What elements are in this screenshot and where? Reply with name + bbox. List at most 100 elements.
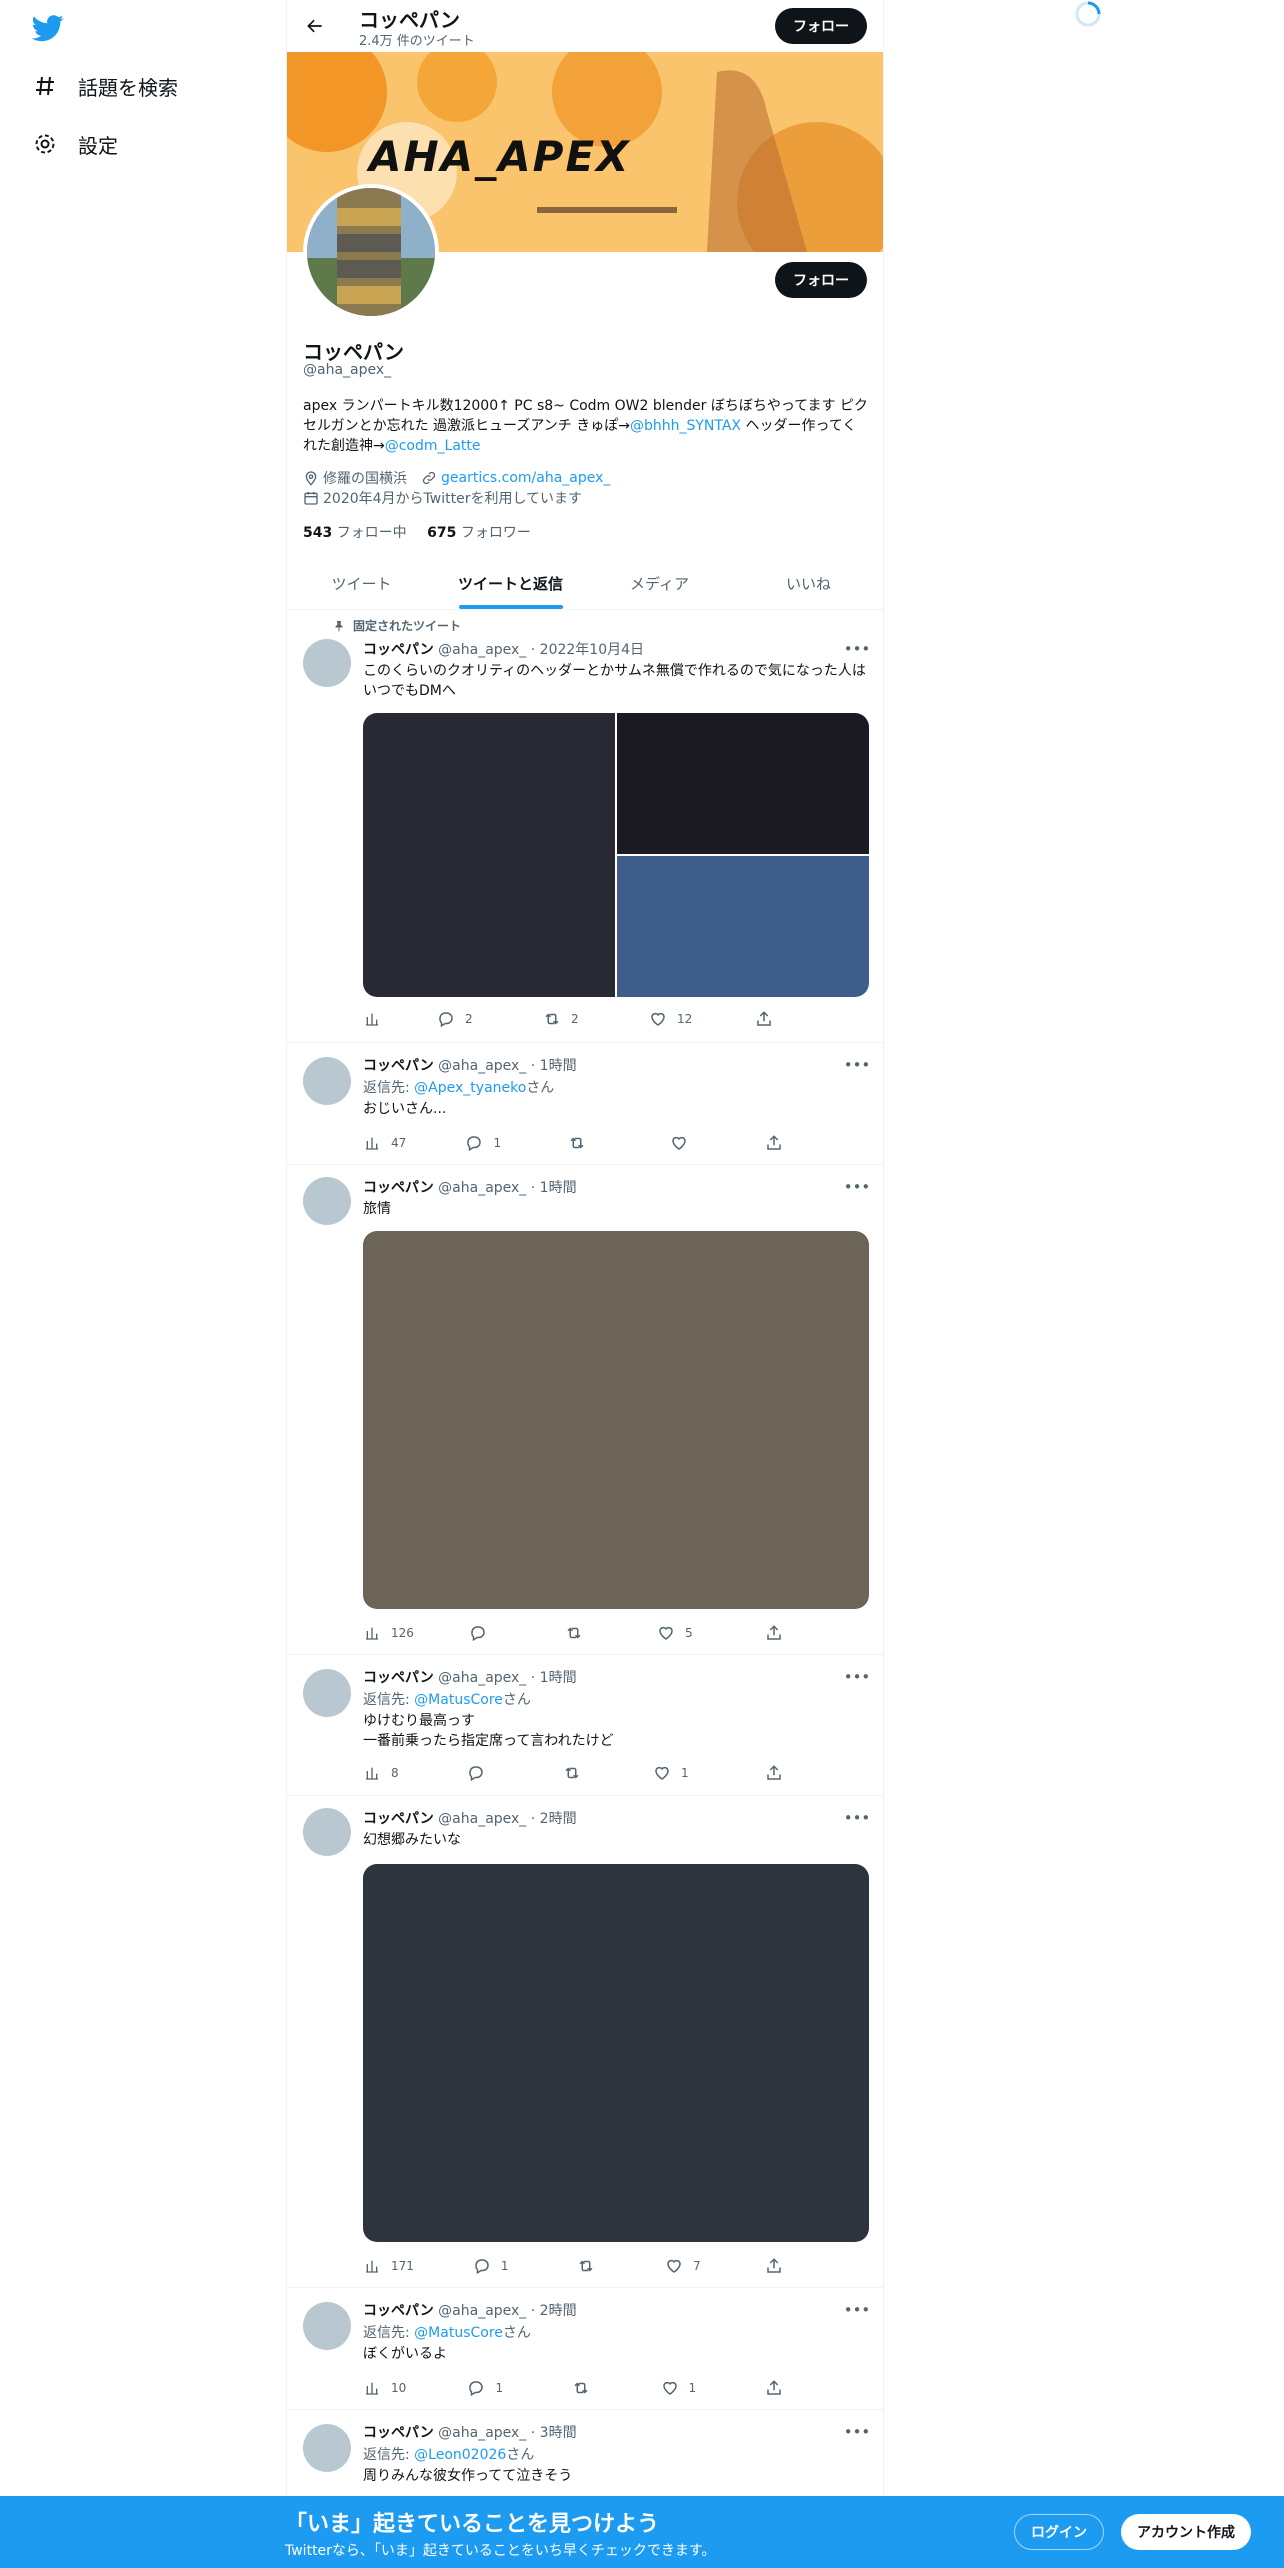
more-icon[interactable]: ••• [844, 2300, 871, 2320]
retweet-button[interactable]: 2 [543, 1009, 649, 1029]
profile-follow-button[interactable]: フォロー [775, 262, 867, 298]
followers-link[interactable]: 675 フォロワー [427, 525, 531, 541]
reply-to-link[interactable]: @MatusCore [414, 2325, 503, 2341]
share-button[interactable] [765, 2256, 793, 2276]
tweet-item[interactable]: コッペパン @aha_apex_ · 2時間 ••• 返信先: @MatusCo… [287, 2288, 883, 2410]
tweet-handle-time[interactable]: @aha_apex_ · 3時間 [438, 2425, 576, 2441]
header-name: コッペパン [359, 8, 460, 32]
tweet-handle-time[interactable]: @aha_apex_ · 1時間 [438, 1058, 576, 1074]
twitter-logo-icon[interactable] [31, 12, 64, 44]
like-button[interactable]: 7 [665, 2256, 765, 2276]
avatar[interactable] [303, 1808, 351, 1856]
views-button[interactable]: 47 [363, 1133, 465, 1153]
tweet-author[interactable]: コッペパン [363, 1058, 434, 1074]
login-button[interactable]: ログイン [1014, 2514, 1104, 2550]
tweet-item[interactable]: 固定されたツイート コッペパン @aha_apex_ · 2022年10月4日 … [287, 611, 883, 1043]
retweet-button[interactable] [565, 1623, 657, 1643]
reply-to-link[interactable]: @MatusCore [414, 1692, 503, 1708]
reply-button[interactable] [469, 1623, 565, 1643]
more-icon[interactable]: ••• [844, 1808, 871, 1828]
views-button[interactable] [363, 1009, 437, 1029]
tweet-item[interactable]: コッペパン @aha_apex_ · 1時間 ••• 返信先: @Apex_ty… [287, 1043, 883, 1165]
more-icon[interactable]: ••• [844, 1667, 871, 1687]
views-button[interactable]: 10 [363, 2378, 467, 2398]
tab-media[interactable]: メディア [585, 558, 734, 609]
tweet-author[interactable]: コッペパン [363, 1670, 434, 1686]
like-button[interactable] [670, 1133, 765, 1153]
back-arrow-icon[interactable] [301, 12, 329, 40]
tweet-text-line: 一番前乗ったら指定席って言われたけど [363, 1733, 614, 1749]
tab-likes[interactable]: いいね [734, 558, 883, 609]
reply-button[interactable] [467, 1763, 563, 1783]
tweet-header: コッペパン @aha_apex_ · 2022年10月4日 [363, 639, 644, 659]
retweet-button[interactable] [563, 1763, 653, 1783]
tweet-item[interactable]: コッペパン @aha_apex_ · 1時間 ••• 返信先: @MatusCo… [287, 1655, 883, 1796]
tweet-image[interactable] [363, 1231, 869, 1609]
bio-mention-link[interactable]: @bhhh_SYNTAX [630, 418, 741, 434]
views-button[interactable]: 126 [363, 1623, 469, 1643]
profile-joined-row: 2020年4月からTwitterを利用しています [303, 488, 582, 508]
more-icon[interactable]: ••• [844, 2422, 871, 2442]
share-button[interactable] [765, 1623, 793, 1643]
tweet-image[interactable] [363, 713, 615, 997]
create-account-button[interactable]: アカウント作成 [1121, 2514, 1251, 2550]
tweet-image[interactable] [617, 713, 869, 854]
tweet-handle-time[interactable]: @aha_apex_ · 2時間 [438, 2303, 576, 2319]
share-button[interactable] [765, 1133, 793, 1153]
avatar[interactable] [303, 639, 351, 687]
profile-website-link[interactable]: geartics.com/aha_apex_ [441, 470, 610, 486]
more-icon[interactable]: ••• [844, 1055, 871, 1075]
retweet-button[interactable] [577, 2256, 665, 2276]
avatar[interactable] [303, 1057, 351, 1105]
view-count: 171 [391, 2259, 414, 2273]
reply-button[interactable]: 1 [467, 2378, 571, 2398]
reply-prefix: 返信先: [363, 2325, 415, 2341]
like-button[interactable]: 1 [661, 2378, 765, 2398]
tweet-handle-time[interactable]: @aha_apex_ · 1時間 [438, 1670, 576, 1686]
tab-tweets[interactable]: ツイート [287, 558, 436, 609]
share-button[interactable] [765, 2378, 793, 2398]
tweet-handle-time[interactable]: @aha_apex_ · 1時間 [438, 1180, 576, 1196]
header-follow-button[interactable]: フォロー [775, 8, 867, 44]
tweet-image[interactable] [617, 856, 869, 997]
like-button[interactable]: 12 [649, 1009, 755, 1029]
share-button[interactable] [765, 1763, 793, 1783]
more-icon[interactable]: ••• [844, 639, 871, 659]
reply-suffix: さん [506, 2447, 535, 2463]
bio-mention-link[interactable]: @codm_Latte [385, 438, 481, 454]
tweet-item[interactable]: コッペパン @aha_apex_ · 2時間 ••• 幻想郷みたいな 171 1… [287, 1796, 883, 2288]
reply-button[interactable]: 1 [465, 1133, 567, 1153]
profile-avatar[interactable] [303, 184, 439, 320]
avatar[interactable] [303, 2424, 351, 2472]
reply-button[interactable]: 1 [473, 2256, 577, 2276]
tweet-author[interactable]: コッペパン [363, 2303, 434, 2319]
more-icon[interactable]: ••• [844, 1177, 871, 1197]
tweet-image[interactable] [363, 1864, 869, 2242]
avatar[interactable] [303, 2302, 351, 2350]
reply-to-link[interactable]: @Leon02026 [414, 2447, 506, 2463]
tweet-handle-time[interactable]: @aha_apex_ · 2時間 [438, 1811, 576, 1827]
following-link[interactable]: 543 フォロー中 [303, 525, 407, 541]
tweet-author[interactable]: コッペパン [363, 2425, 434, 2441]
retweet-button[interactable] [572, 2378, 661, 2398]
views-button[interactable]: 8 [363, 1763, 467, 1783]
like-button[interactable]: 1 [653, 1763, 765, 1783]
tweet-author[interactable]: コッペパン [363, 642, 434, 658]
reply-to-link[interactable]: @Apex_tyaneko [414, 1080, 526, 1096]
nav-explore[interactable]: 話題を検索 [32, 64, 178, 108]
retweet-button[interactable] [568, 1133, 670, 1153]
nav-settings[interactable]: 設定 [32, 122, 118, 166]
views-button[interactable]: 171 [363, 2256, 473, 2276]
like-button[interactable]: 5 [657, 1623, 765, 1643]
tweet-item[interactable]: コッペパン @aha_apex_ · 1時間 ••• 旅情 126 5 [287, 1165, 883, 1655]
tweet-author[interactable]: コッペパン [363, 1180, 434, 1196]
follow-stats: 543 フォロー中 675 フォロワー [303, 522, 531, 542]
share-button[interactable] [755, 1009, 783, 1029]
avatar[interactable] [303, 1669, 351, 1717]
avatar[interactable] [303, 1177, 351, 1225]
gear-icon [32, 131, 58, 157]
tab-tweets-and-replies[interactable]: ツイートと返信 [436, 558, 585, 609]
reply-button[interactable]: 2 [437, 1009, 543, 1029]
tweet-author[interactable]: コッペパン [363, 1811, 434, 1827]
tweet-handle-time[interactable]: @aha_apex_ · 2022年10月4日 [438, 642, 644, 658]
